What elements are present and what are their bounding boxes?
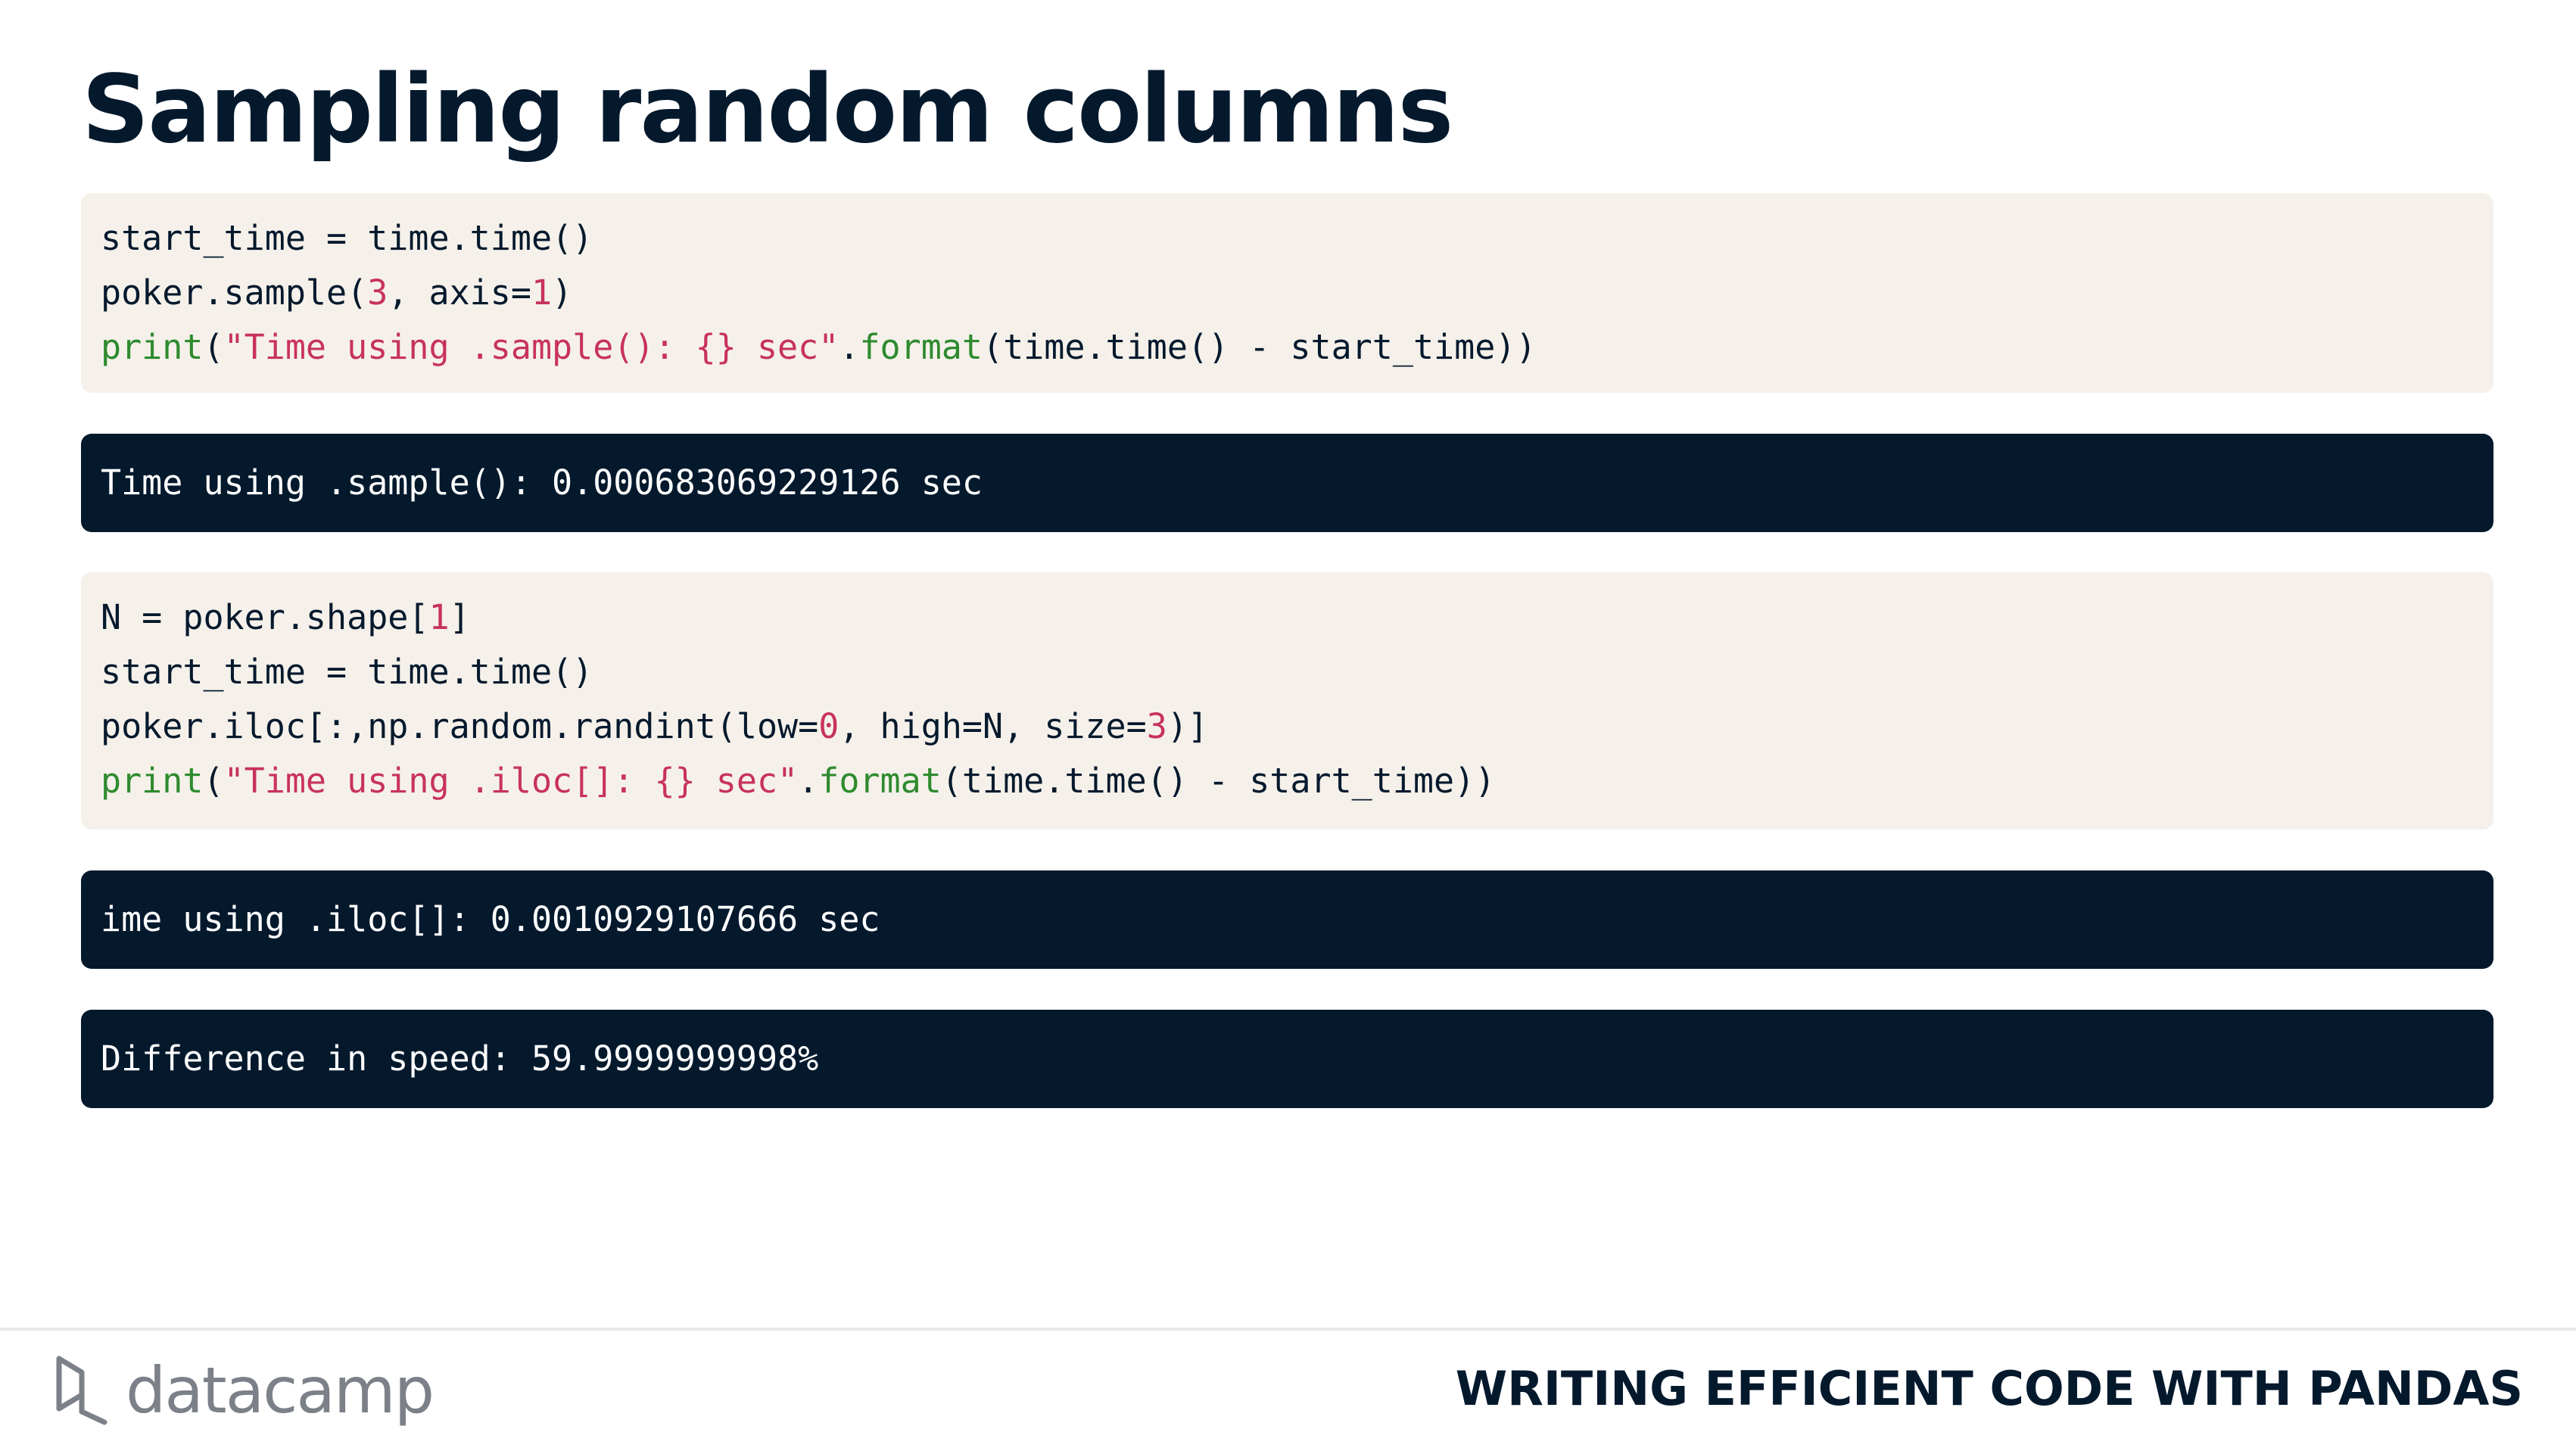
- slide-title: Sampling random columns: [82, 55, 1453, 164]
- function-token: format: [859, 327, 983, 367]
- datacamp-logo-icon: [56, 1356, 107, 1425]
- datacamp-logo: datacamp: [51, 1349, 435, 1432]
- string-token: "Time using .iloc[]: {} sec": [223, 761, 799, 801]
- code-token: start_time = time.time(): [101, 652, 593, 692]
- code-token: , high=N, size=: [839, 706, 1147, 746]
- function-token: print: [101, 327, 204, 367]
- number-token: 1: [531, 272, 553, 313]
- code-token: .: [839, 327, 860, 367]
- output-block-difference: Difference in speed: 59.9999999998%: [81, 1010, 2493, 1108]
- code-token: )]: [1167, 706, 1208, 746]
- code-line: poker.iloc[:,np.random.randint(low=0, hi…: [101, 699, 2474, 754]
- number-token: 3: [367, 272, 388, 313]
- string-token: "Time using .sample(): {} sec": [223, 327, 839, 367]
- output-line: Difference in speed: 59.9999999998%: [101, 1038, 819, 1079]
- output-line: ime using .iloc[]: 0.0010929107666 sec: [101, 899, 880, 939]
- code-token: , axis=: [388, 272, 531, 313]
- logo-text: datacamp: [126, 1353, 435, 1428]
- code-block-iloc[interactable]: N = poker.shape[1] start_time = time.time…: [81, 572, 2493, 830]
- code-block-sample[interactable]: start_time = time.time() poker.sample(3, …: [81, 193, 2493, 393]
- code-token: .: [798, 761, 819, 801]
- function-token: print: [101, 761, 204, 801]
- code-lines: N = poker.shape[1] start_time = time.time…: [101, 590, 2474, 808]
- output-block-sample: Time using .sample(): 0.000683069229126 …: [81, 434, 2493, 532]
- code-token: start_time = time.time(): [101, 218, 593, 258]
- code-line: print("Time using .iloc[]: {} sec".forma…: [101, 754, 2474, 808]
- number-token: 1: [428, 597, 450, 637]
- code-line: print("Time using .sample(): {} sec".for…: [101, 320, 2474, 375]
- code-token: (: [203, 327, 224, 367]
- output-block-iloc: ime using .iloc[]: 0.0010929107666 sec: [81, 870, 2493, 969]
- number-token: 3: [1146, 706, 1167, 746]
- code-token: (time.time() - start_time)): [983, 327, 1537, 367]
- code-token: poker.iloc[:,np.random.randint(low=: [101, 706, 819, 746]
- code-token: ): [552, 272, 573, 313]
- code-line: poker.sample(3, axis=1): [101, 266, 2474, 320]
- code-token: ]: [449, 597, 470, 637]
- function-token: format: [818, 761, 942, 801]
- code-token: (: [203, 761, 224, 801]
- footer-divider: [0, 1328, 2576, 1331]
- code-lines: start_time = time.time() poker.sample(3, …: [101, 211, 2474, 375]
- code-token: poker.sample(: [101, 272, 368, 313]
- number-token: 0: [818, 706, 839, 746]
- code-line: start_time = time.time(): [101, 211, 2474, 266]
- code-token: N = poker.shape[: [101, 597, 429, 637]
- code-line: start_time = time.time(): [101, 645, 2474, 699]
- output-line: Time using .sample(): 0.000683069229126 …: [101, 462, 983, 503]
- code-line: N = poker.shape[1]: [101, 590, 2474, 645]
- course-title: WRITING EFFICIENT CODE WITH PANDAS: [1455, 1361, 2523, 1416]
- code-token: (time.time() - start_time)): [941, 761, 1496, 801]
